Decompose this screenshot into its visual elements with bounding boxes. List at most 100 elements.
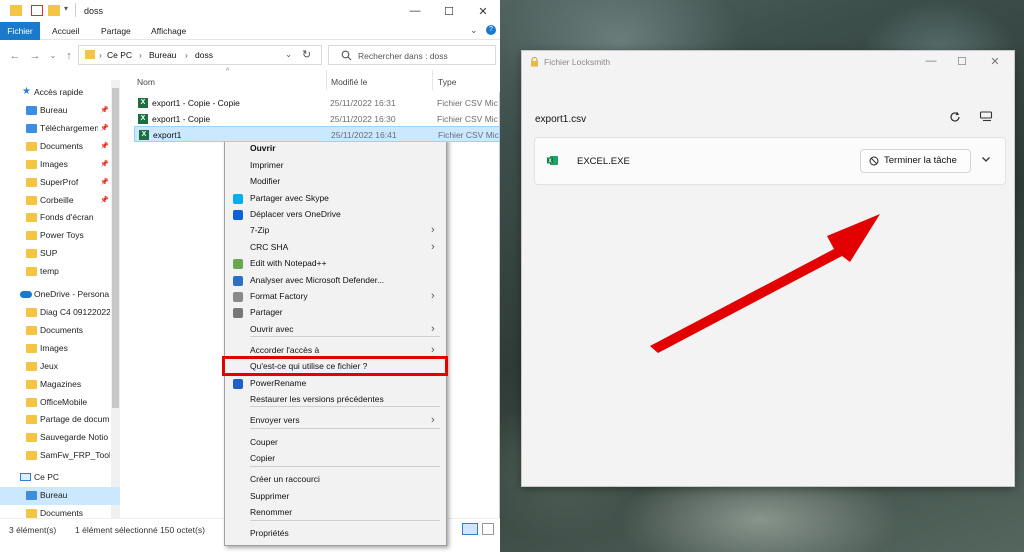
nav-onedrive-8[interactable]: SamFw_FRP_Tool_ [0, 447, 120, 465]
folder-icon [26, 451, 37, 461]
ctx-item-3[interactable]: Partager avec Skype [225, 191, 446, 207]
nav-onedrive[interactable]: OneDrive - Persona [0, 286, 120, 304]
folder-icon [85, 50, 95, 59]
nav-quick-2[interactable]: Documents 📌 [0, 138, 120, 156]
refresh-icon[interactable] [948, 110, 962, 124]
block-icon [869, 156, 879, 166]
ctx-item-9[interactable]: Format Factory › [225, 289, 446, 305]
nav-pc-0[interactable]: Bureau [0, 487, 120, 505]
breadcrumb-bureau[interactable]: Bureau [149, 50, 176, 60]
column-divider[interactable] [432, 70, 433, 90]
breadcrumb-doss[interactable]: doss [195, 50, 213, 60]
file-row[interactable]: Xexport1 - Copie - Copie 25/11/2022 16:31… [134, 95, 500, 111]
properties-icon[interactable] [31, 5, 43, 16]
chevron-down-icon[interactable] [980, 153, 992, 165]
ctx-item-17[interactable]: Couper [225, 435, 446, 451]
column-modified[interactable]: Modifié le [331, 77, 367, 87]
nav-quick-8[interactable]: SUP [0, 245, 120, 263]
file-row[interactable]: Xexport1 - Copie 25/11/2022 16:30 Fichier … [134, 111, 500, 127]
filter-icon[interactable] [979, 110, 993, 124]
minimize-button[interactable]: — [398, 0, 432, 22]
tab-accueil[interactable]: Accueil [46, 22, 85, 40]
refresh-icon[interactable]: ↻ [302, 48, 311, 61]
column-name[interactable]: Nom [137, 77, 155, 87]
ctx-item-16[interactable]: Envoyer vers › [225, 413, 446, 429]
cloud-icon [20, 291, 32, 298]
menu-separator [250, 520, 440, 521]
nav-onedrive-0[interactable]: Diag C4 09122022 [0, 304, 120, 322]
nav-quick-4[interactable]: SuperProf 📌 [0, 174, 120, 192]
menu-separator [250, 336, 440, 337]
help-icon[interactable]: ? [486, 25, 496, 35]
nav-quick-0[interactable]: Bureau 📌 [0, 102, 120, 120]
quick-access-dropdown-icon[interactable]: ▾ [64, 4, 68, 13]
nav-onedrive-3[interactable]: Jeux [0, 358, 120, 376]
nav-quick-3[interactable]: Images 📌 [0, 156, 120, 174]
nav-quick-9[interactable]: temp [0, 263, 120, 281]
nav-this-pc[interactable]: Ce PC [0, 469, 120, 487]
tab-affichage[interactable]: Affichage [145, 22, 192, 40]
details-view-icon[interactable] [462, 523, 478, 535]
nav-onedrive-7[interactable]: Sauvegarde Notio [0, 429, 120, 447]
locksmith-minimize-button[interactable]: — [916, 50, 946, 72]
ctx-item-label: Partager avec Skype [250, 192, 329, 203]
nav-onedrive-label: OneDrive - Persona [34, 289, 110, 299]
locksmith-maximize-button[interactable]: ☐ [947, 50, 977, 72]
ctx-item-14[interactable]: PowerRename [225, 376, 446, 392]
ctx-item-label: Edit with Notepad++ [250, 258, 327, 268]
nav-pc-1[interactable]: Documents [0, 505, 120, 523]
ctx-item-label: Propriétés [250, 528, 289, 538]
ctx-item-label: 7-Zip [250, 225, 270, 235]
tab-fichier[interactable]: Fichier [0, 22, 40, 40]
ctx-item-10[interactable]: Partager [225, 305, 446, 321]
nav-onedrive-6[interactable]: Partage de docum [0, 411, 120, 429]
ctx-item-6[interactable]: CRC SHA › [225, 240, 446, 256]
share-icon [233, 308, 243, 318]
ctx-item-19[interactable]: Créer un raccourci [225, 472, 446, 488]
ctx-item-2[interactable]: Modifier [225, 174, 446, 190]
nav-onedrive-1[interactable]: Documents [0, 322, 120, 340]
ctx-item-0[interactable]: Ouvrir [225, 141, 446, 157]
forward-arrow-icon[interactable]: → [28, 49, 42, 63]
ctx-item-22[interactable]: Propriétés [225, 526, 446, 542]
large-icons-view-icon[interactable] [482, 523, 494, 535]
address-dropdown-icon[interactable]: ⌄ [285, 49, 292, 60]
pin-icon: 📌 [100, 107, 109, 114]
nav-onedrive-2[interactable]: Images [0, 340, 120, 358]
ctx-item-1[interactable]: Imprimer [225, 158, 446, 174]
file-name: export1 [153, 130, 182, 140]
nav-quick-label: Téléchargemen [40, 122, 98, 133]
locksmith-close-button[interactable]: ✕ [980, 50, 1010, 72]
tab-partage[interactable]: Partage [95, 22, 137, 40]
column-divider[interactable] [326, 70, 327, 90]
breadcrumb-ce-pc[interactable]: Ce PC [107, 50, 132, 60]
nav-quick-5[interactable]: Corbeille 📌 [0, 192, 120, 210]
recent-locations-chevron-icon[interactable]: ⌄ [46, 49, 60, 63]
nav-quick-6[interactable]: Fonds d'écran [0, 209, 120, 227]
ctx-item-18[interactable]: Copier [225, 451, 446, 467]
ribbon-expand-icon[interactable]: ⌄ [470, 25, 478, 36]
ctx-item-20[interactable]: Supprimer [225, 489, 446, 505]
nav-quick-7[interactable]: Power Toys [0, 227, 120, 245]
file-row[interactable]: Xexport1 25/11/2022 16:41 Fichier CSV Mic [134, 126, 500, 142]
ctx-item-5[interactable]: 7-Zip › [225, 223, 446, 239]
ctx-item-4[interactable]: Déplacer vers OneDrive [225, 207, 446, 223]
ctx-item-21[interactable]: Renommer [225, 505, 446, 521]
nav-quick-1[interactable]: Téléchargemen 📌 [0, 120, 120, 138]
ctx-item-7[interactable]: Edit with Notepad++ [225, 256, 446, 272]
ctx-item-8[interactable]: Analyser avec Microsoft Defender... [225, 273, 446, 289]
back-arrow-icon[interactable]: ← [8, 49, 22, 63]
column-type[interactable]: Type [438, 77, 456, 87]
nav-onedrive-label: Jeux [40, 360, 58, 371]
file-date: 25/11/2022 16:30 [330, 113, 396, 124]
nav-quick-access[interactable]: ★ Accès rapide [0, 84, 120, 102]
nav-onedrive-4[interactable]: Magazines [0, 376, 120, 394]
submenu-chevron-icon: › [431, 343, 435, 356]
maximize-button[interactable]: ☐ [432, 0, 466, 22]
close-button[interactable]: ✕ [466, 0, 500, 22]
nav-onedrive-5[interactable]: OfficeMobile [0, 394, 120, 412]
end-task-label: Terminer la tâche [884, 155, 957, 166]
address-bar[interactable]: › Ce PC › Bureau › doss ⌄ ↻ [78, 45, 322, 65]
new-folder-icon[interactable] [48, 5, 60, 16]
up-arrow-icon[interactable]: ↑ [62, 49, 76, 63]
